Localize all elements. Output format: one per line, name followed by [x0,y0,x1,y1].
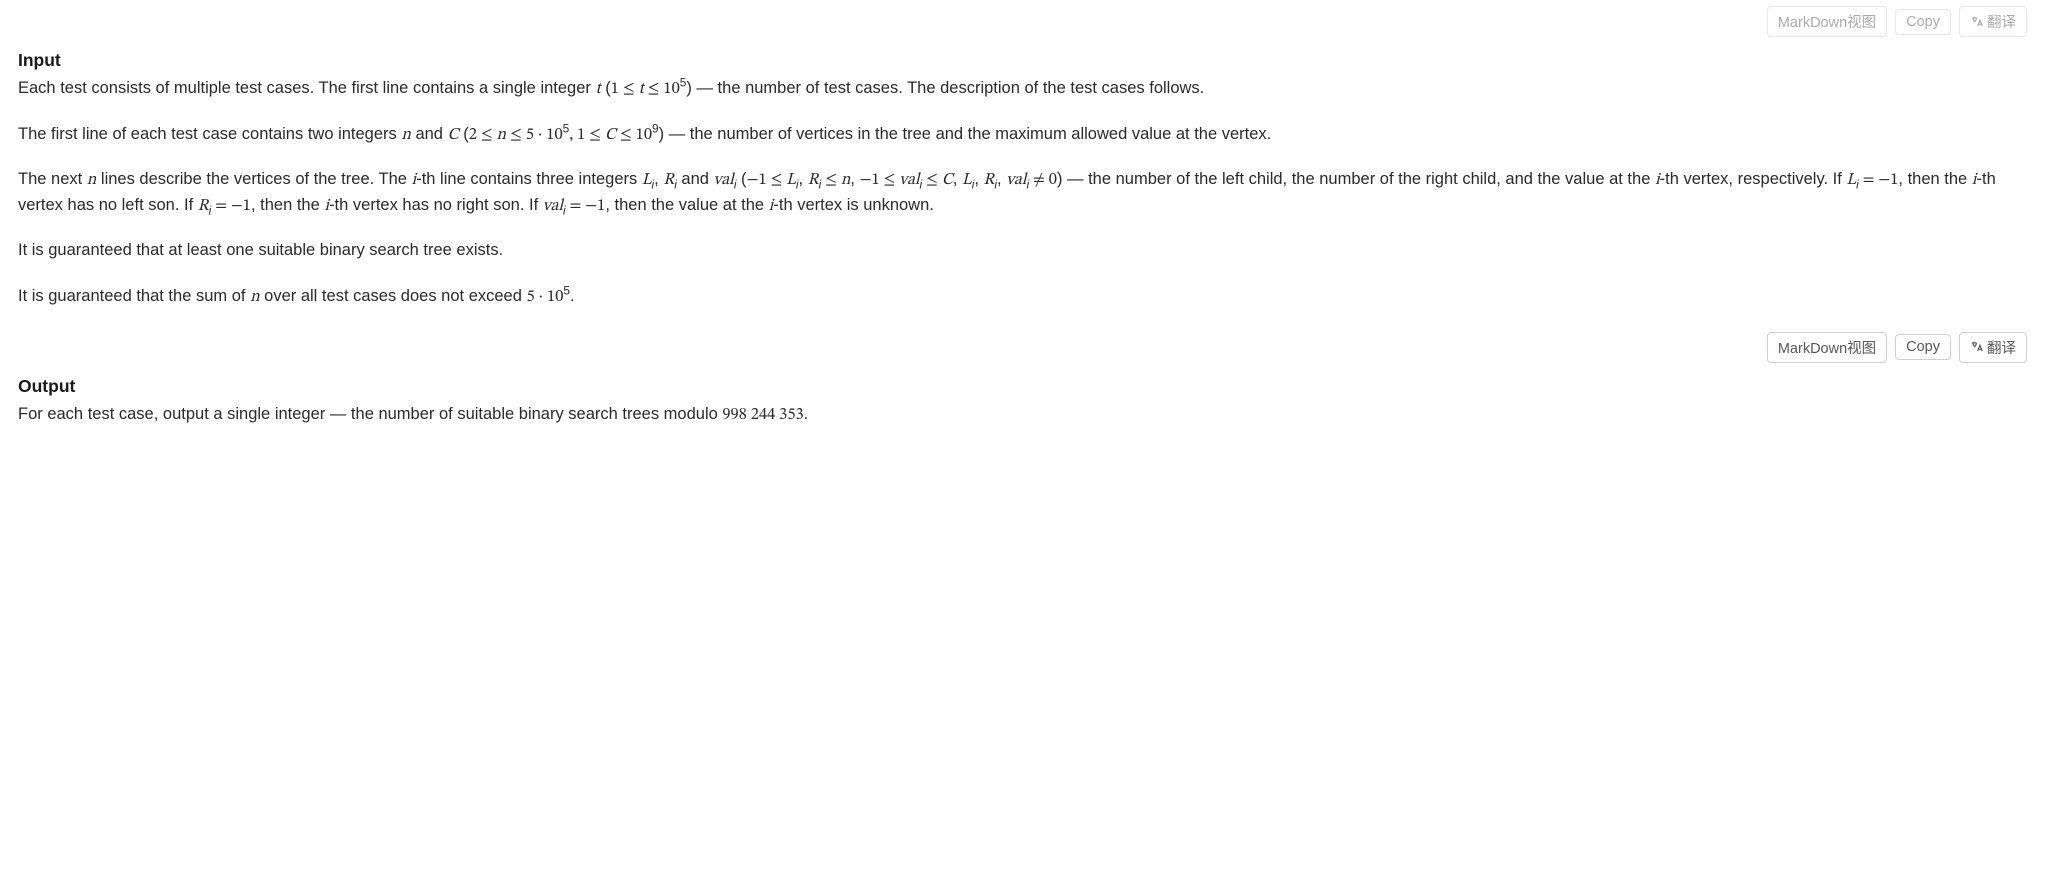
math-rel: 2 ≤ [469,126,497,143]
math-var: C [605,126,616,143]
math-rel: = −1 [211,197,251,214]
translate-icon [1970,340,1984,354]
input-p2: The first line of each test case contain… [18,122,2027,148]
text: , [997,170,1006,188]
math-rel: 5 · 10 [526,288,563,305]
text: , [654,170,663,188]
toolbar-top: MarkDown视图 Copy 翻译 [18,6,2027,37]
text: , [569,126,577,143]
input-p3: The next n lines describe the vertices o… [18,167,2027,218]
math-var: R [663,171,674,188]
output-p1: For each test case, output a single inte… [18,402,2027,428]
math-var: n [841,171,851,188]
math-rel: = −1 [1859,171,1899,188]
math-var: L [642,171,652,188]
math-var: C [942,171,953,188]
text: ( [601,79,611,97]
text: The next [18,170,87,188]
copy-label: Copy [1906,14,1940,30]
text: and [677,170,714,188]
text: lines describe the vertices of the tree.… [96,170,411,188]
input-section: Input Each test consists of multiple tes… [18,47,2027,310]
math-var: n [250,288,260,305]
translate-label: 翻译 [1987,11,2016,32]
math-rel: −1 ≤ [747,171,787,188]
text: ( [736,170,746,188]
text: Each test consists of multiple test case… [18,79,595,97]
markdown-view-button[interactable]: MarkDown视图 [1767,332,1887,363]
input-p5: It is guaranteed that the sum of n over … [18,284,2027,310]
translate-button[interactable]: 翻译 [1959,6,2027,37]
math-rel: ≤ 10 [616,126,652,143]
math-var: R [198,197,209,214]
markdown-view-button[interactable]: MarkDown视图 [1767,6,1887,37]
text: It is guaranteed that the sum of [18,287,250,305]
translate-button[interactable]: 翻译 [1959,332,2027,363]
text: , then the [251,196,324,214]
math-rel: ≤ 10 [644,80,680,97]
math-var: val [714,171,734,188]
text: and [411,125,448,143]
text: -th vertex has no right son. If [329,196,543,214]
markdown-view-label: MarkDown视图 [1778,11,1876,32]
translate-icon [1970,15,1984,29]
math-var: val [1006,171,1026,188]
input-p4: It is guaranteed that at least one suita… [18,238,2027,264]
math-rel: = −1 [566,197,606,214]
text: , then the [1898,170,1971,188]
math-rel: ≤ 5 · 10 [506,126,563,143]
text: ) — the number of test cases. The descri… [686,79,1204,97]
math-var: n [497,126,507,143]
input-heading: Input [18,47,2027,74]
math-num: 998 244 353 [722,406,803,423]
copy-button[interactable]: Copy [1895,334,1951,360]
math-var: val [899,171,919,188]
text: , [953,170,962,188]
text: . [804,405,809,423]
copy-button[interactable]: Copy [1895,9,1951,35]
translate-label: 翻译 [1987,337,2016,358]
math-var: n [87,171,97,188]
text: . [570,287,575,305]
input-p1: Each test consists of multiple test case… [18,76,2027,102]
output-heading: Output [18,373,2027,400]
text: , [850,170,859,188]
toolbar-output: MarkDown视图 Copy 翻译 [18,332,2027,363]
text: , then the value at the [605,196,768,214]
text: ) — the number of the left child, the nu… [1057,170,1655,188]
math-var: R [808,171,819,188]
math-var: L [1846,171,1856,188]
math-var: val [543,197,563,214]
text: ( [459,125,469,143]
math-var: n [401,126,411,143]
markdown-view-label: MarkDown视图 [1778,337,1876,358]
math-var: R [984,171,995,188]
text: , [799,170,808,188]
math-var: L [962,171,972,188]
math-sup: 9 [652,121,659,135]
math-rel: −1 ≤ [860,171,900,188]
text: The first line of each test case contain… [18,125,401,143]
math-var: L [786,171,796,188]
text: over all test cases does not exceed [260,287,527,305]
text: , [974,170,983,188]
copy-label: Copy [1906,339,1940,355]
math-rel: 1 ≤ [611,80,639,97]
text: -th vertex is unknown. [773,196,934,214]
text: ) — the number of vertices in the tree a… [659,125,1272,143]
math-rel: ≤ [821,171,841,188]
output-section: Output For each test case, output a sing… [18,373,2027,428]
text: -th vertex, respectively. If [1660,170,1847,188]
text: -th line contains three integers [416,170,642,188]
text: For each test case, output a single inte… [18,405,722,423]
math-var: C [448,126,459,143]
math-rel: ≠ 0 [1029,171,1057,188]
math-rel: ≤ [922,171,942,188]
math-rel: 1 ≤ [577,126,605,143]
